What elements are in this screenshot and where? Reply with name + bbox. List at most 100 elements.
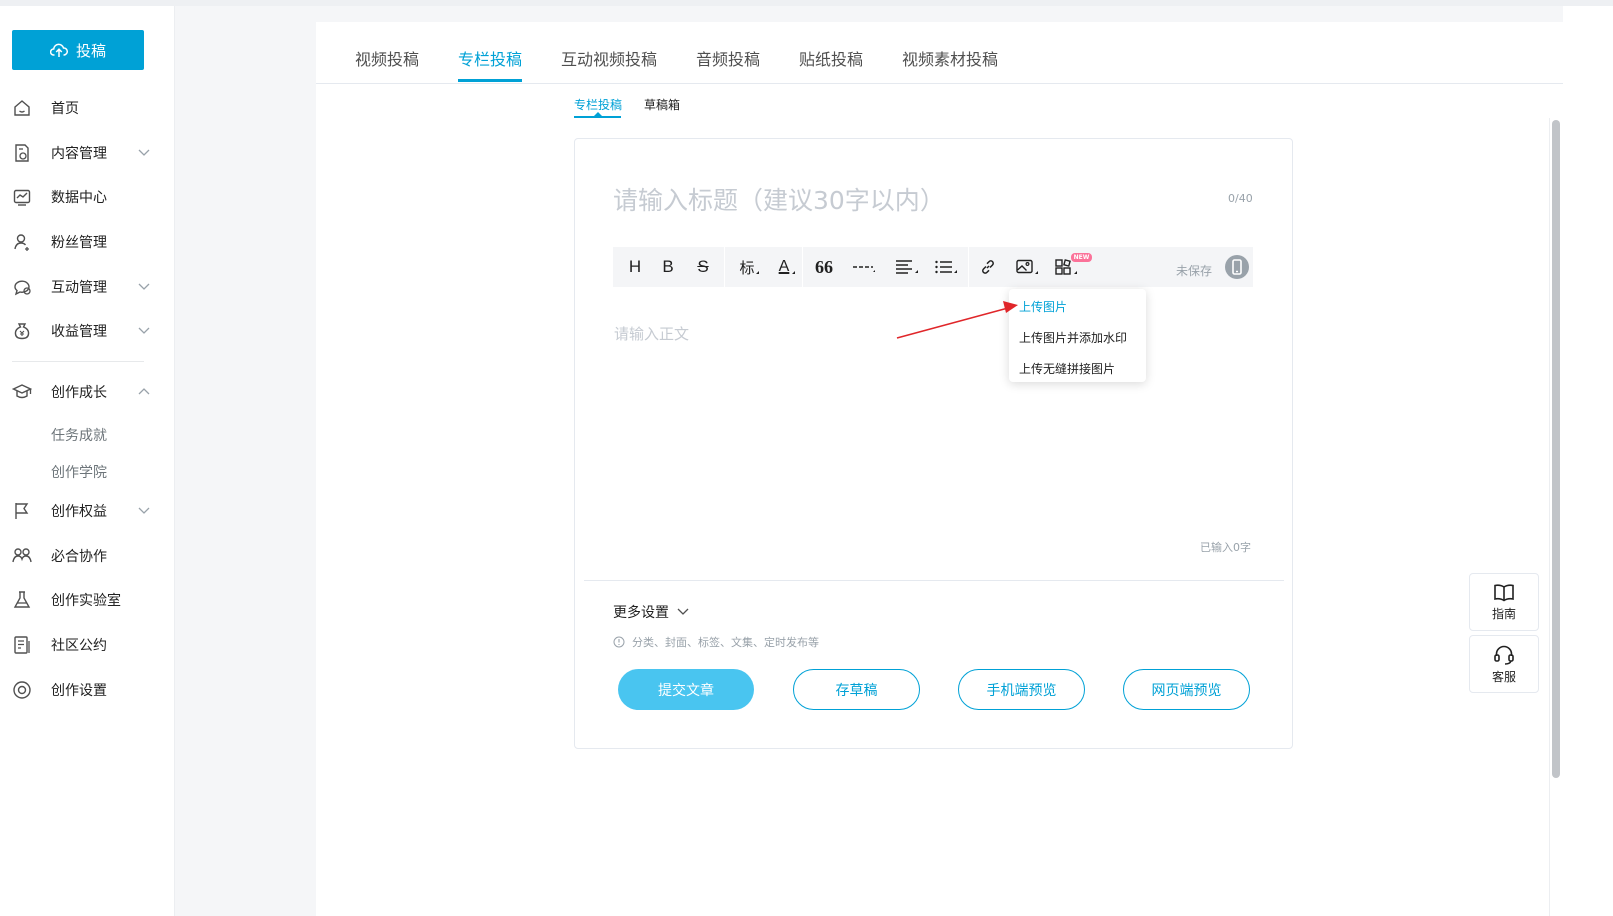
- heading-button[interactable]: H: [627, 257, 643, 277]
- more-settings-hint: 分类、封面、标签、文集、定时发布等: [613, 634, 819, 650]
- image-icon: [1016, 259, 1038, 274]
- sidebar-item-income[interactable]: 收益管理: [0, 313, 175, 349]
- text-style-button[interactable]: 标: [738, 257, 756, 277]
- dashed-line-icon: [853, 266, 875, 272]
- sidebar-item-label: 粉丝管理: [51, 235, 107, 251]
- toolbar-divider: [724, 247, 725, 287]
- chevron-down-icon: [138, 283, 150, 290]
- more-settings-hint-text: 分类、封面、标签、文集、定时发布等: [632, 636, 819, 649]
- sidebar-subitem-achievements[interactable]: 任务成就: [51, 425, 107, 445]
- sidebar-item-label: 互动管理: [51, 280, 107, 296]
- info-icon: [613, 636, 625, 648]
- link-button[interactable]: [979, 257, 997, 277]
- sidebar-item-label: 内容管理: [51, 146, 107, 162]
- quote-button[interactable]: 66: [814, 257, 834, 277]
- upload-seamless-image-option[interactable]: 上传无缝拼接图片: [1019, 360, 1115, 377]
- list-icon: [935, 260, 957, 274]
- upload-image-watermark-option[interactable]: 上传图片并添加水印: [1019, 329, 1127, 346]
- image-button[interactable]: [1016, 257, 1038, 277]
- sidebar-item-label: 创作设置: [51, 683, 107, 699]
- chevron-down-icon: [138, 507, 150, 514]
- sidebar-item-settings[interactable]: 创作设置: [0, 672, 175, 708]
- list-button[interactable]: [935, 257, 957, 277]
- sidebar-subitem-academy[interactable]: 创作学院: [51, 462, 107, 482]
- more-settings-label: 更多设置: [613, 605, 669, 621]
- tab-sticker[interactable]: 贴纸投稿: [799, 46, 863, 70]
- guide-button[interactable]: 指南: [1469, 573, 1539, 631]
- title-char-count: 0/40: [1228, 192, 1253, 205]
- title-input[interactable]: [613, 180, 1213, 220]
- submit-article-button[interactable]: 提交文章: [618, 669, 754, 710]
- sidebar-item-data-center[interactable]: 数据中心: [0, 179, 175, 215]
- subtab-article[interactable]: 专栏投稿: [574, 96, 622, 113]
- comment-icon: [14, 280, 31, 296]
- sidebar-item-collaboration[interactable]: 必合协作: [0, 538, 175, 574]
- flag-icon: [15, 503, 29, 519]
- chevron-up-icon: [138, 388, 150, 395]
- link-icon: [982, 260, 994, 274]
- upload-cloud-icon: [49, 43, 68, 57]
- active-subtab-caret: [594, 112, 602, 116]
- content-icon: [15, 144, 29, 162]
- graduation-cap-icon: [12, 384, 32, 399]
- sidebar-item-label: 创作成长: [51, 385, 107, 401]
- user-icon: [14, 234, 29, 251]
- scrollbar-thumb[interactable]: [1552, 120, 1560, 778]
- customer-service-label: 客服: [1491, 669, 1516, 684]
- more-settings-toggle[interactable]: 更多设置: [613, 602, 691, 622]
- upload-button[interactable]: 投稿: [12, 30, 144, 70]
- sidebar-item-growth[interactable]: 创作成长: [0, 374, 175, 410]
- tab-interactive-video[interactable]: 互动视频投稿: [561, 46, 657, 70]
- sidebar-item-lab[interactable]: 创作实验室: [0, 582, 175, 618]
- mobile-preview-button[interactable]: 手机端预览: [958, 669, 1085, 710]
- tab-article[interactable]: 专栏投稿: [458, 46, 522, 70]
- upload-image-option[interactable]: 上传图片: [1019, 298, 1067, 315]
- sidebar-item-home[interactable]: 首页: [0, 90, 175, 126]
- sidebar-item-label: 数据中心: [51, 190, 107, 206]
- sidebar-item-convention[interactable]: 社区公约: [0, 627, 175, 663]
- editor-card: [574, 138, 1293, 749]
- bold-button[interactable]: B: [660, 257, 676, 277]
- upload-type-tabs: 视频投稿 专栏投稿 互动视频投稿 音频投稿 贴纸投稿 视频素材投稿: [316, 22, 1563, 84]
- customer-service-button[interactable]: 客服: [1469, 635, 1539, 693]
- web-preview-button[interactable]: 网页端预览: [1123, 669, 1250, 710]
- sidebar-item-label: 首页: [51, 101, 79, 117]
- chart-icon: [13, 189, 31, 206]
- headset-icon: [1494, 645, 1514, 665]
- people-icon: [12, 548, 32, 563]
- font-color-button[interactable]: A: [776, 257, 792, 277]
- home-icon: [14, 100, 30, 116]
- new-badge: NEW: [1071, 253, 1092, 262]
- page-background-top: [316, 6, 1563, 22]
- document-icon: [14, 636, 30, 654]
- sidebar-item-label: 必合协作: [51, 549, 107, 565]
- sidebar-item-label: 社区公约: [51, 638, 107, 654]
- sidebar-item-rights[interactable]: 创作权益: [0, 493, 175, 529]
- sidebar-item-content[interactable]: 内容管理: [0, 135, 175, 171]
- tab-video[interactable]: 视频投稿: [355, 46, 419, 70]
- sidebar-item-interaction[interactable]: 互动管理: [0, 269, 175, 305]
- divider-line-button[interactable]: [853, 257, 875, 277]
- sidebar-item-label: 创作权益: [51, 504, 107, 520]
- card-divider: [584, 580, 1284, 581]
- toolbar-divider: [802, 247, 803, 287]
- strikethrough-button[interactable]: S: [695, 257, 711, 277]
- save-draft-button[interactable]: 存草稿: [793, 669, 920, 710]
- money-bag-icon: [14, 323, 30, 340]
- phone-icon: [1232, 259, 1242, 275]
- chevron-down-icon: [138, 327, 150, 334]
- sidebar: 投稿 首页 内容管理 数据中心 粉丝管理 互动管理 收益管理 创作成长 任务成就…: [0, 6, 175, 916]
- sidebar-item-fans[interactable]: 粉丝管理: [0, 224, 175, 260]
- subtab-drafts[interactable]: 草稿箱: [644, 96, 680, 113]
- tab-audio[interactable]: 音频投稿: [696, 46, 760, 70]
- guide-label: 指南: [1491, 606, 1516, 621]
- align-button[interactable]: [896, 257, 918, 277]
- body-placeholder[interactable]: 请输入正文: [614, 323, 689, 344]
- chevron-down-icon: [677, 608, 689, 615]
- tab-video-material[interactable]: 视频素材投稿: [902, 46, 998, 70]
- toolbar-divider: [968, 247, 969, 287]
- editor-toolbar: H B S 标 A 66: [613, 247, 1253, 287]
- mobile-preview-toggle[interactable]: [1225, 255, 1249, 279]
- settings-icon: [13, 681, 31, 699]
- sidebar-item-label: 创作实验室: [51, 593, 121, 609]
